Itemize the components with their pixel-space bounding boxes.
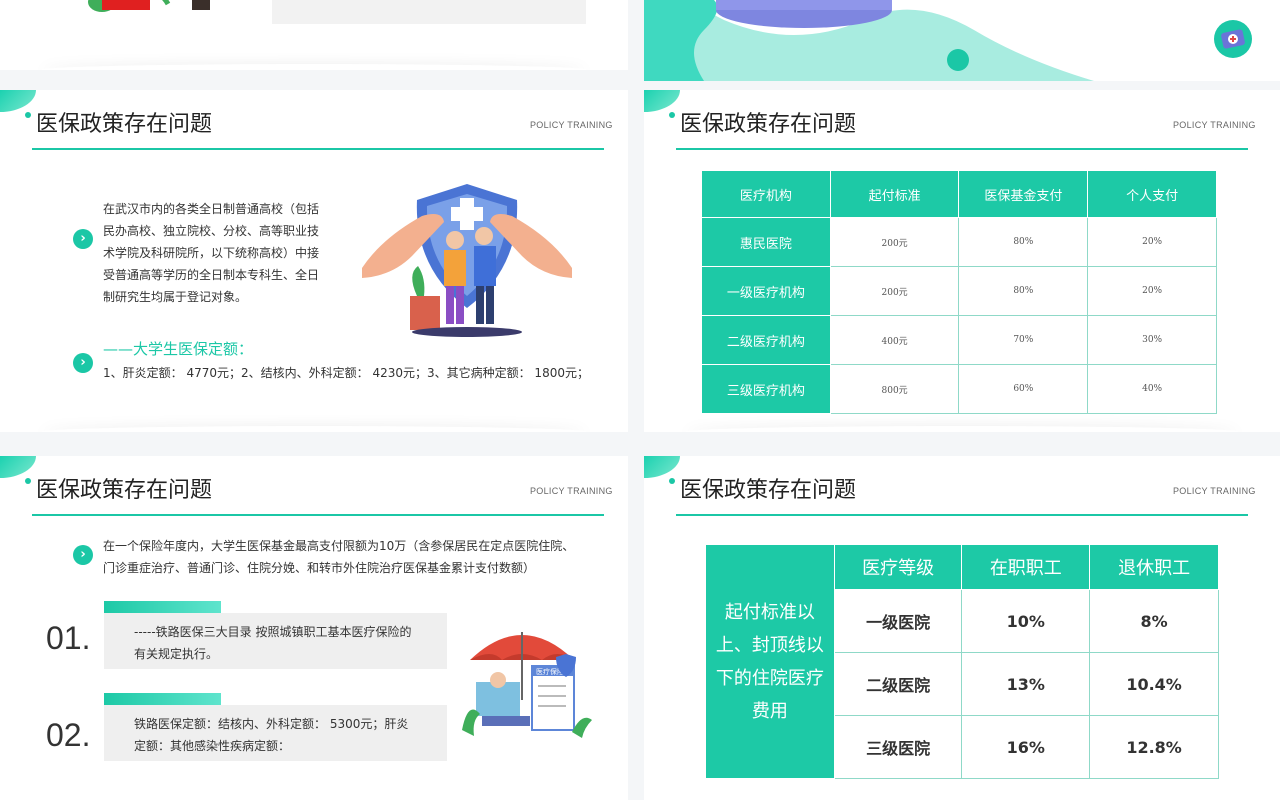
chevron-right-icon: › xyxy=(73,353,93,373)
merged-row-label: 起付标准以上、封顶线以下的住院医疗费用 xyxy=(705,544,835,779)
item-number: 02. xyxy=(46,717,91,753)
corner-decoration xyxy=(644,90,680,112)
slide-title: 医保政策存在问题 xyxy=(36,112,213,137)
table-cell: 20% xyxy=(1087,217,1217,267)
table-cell: 二级医疗机构 xyxy=(701,315,831,365)
institution-payment-table: 医疗机构 起付标准 医保基金支付 个人支付 惠民医院 200元 80% 20% … xyxy=(701,170,1217,414)
hospital-grade-table: 起付标准以上、封顶线以下的住院医疗费用 医疗等级 在职职工 退休职工 一级医院 … xyxy=(705,544,1219,779)
red-gift-illustration xyxy=(80,0,210,16)
corner-decoration xyxy=(0,456,36,478)
table-cell: 10% xyxy=(961,589,1091,653)
table-cell: 二级医院 xyxy=(833,652,963,716)
table-cell: 800元 xyxy=(829,364,960,414)
table-cell: 30% xyxy=(1087,315,1217,365)
chevron-right-icon: › xyxy=(73,545,93,565)
table-cell: 200元 xyxy=(829,217,960,267)
quota-heading: ——大学生医保定额： xyxy=(103,340,254,358)
policy-training-label: POLICY TRAINING xyxy=(530,486,613,496)
top-right-slide-partial xyxy=(644,0,1280,81)
item-text: 铁路医保定额：结核内、外科定额： 5300元；肝炎定额：其他感染性疾病定额： xyxy=(134,717,409,753)
item-box: 铁路医保定额：结核内、外科定额： 5300元；肝炎定额：其他感染性疾病定额： xyxy=(104,705,447,761)
item-box: -----铁路医保三大目录 按照城镇职工基本医疗保险的有关规定执行。 xyxy=(104,613,447,669)
table-cell: 惠民医院 xyxy=(701,217,831,267)
table-header: 在职职工 xyxy=(961,544,1091,590)
table-row: 二级医疗机构 400元 70% 30% xyxy=(701,315,1217,365)
table-cell: 400元 xyxy=(829,315,960,365)
table-cell: 80% xyxy=(958,266,1089,316)
table-cell: 20% xyxy=(1087,266,1217,316)
table-cell: 12.8% xyxy=(1089,715,1219,779)
title-underline xyxy=(676,514,1248,516)
title-dot xyxy=(669,112,675,118)
table-cell: 13% xyxy=(961,652,1091,716)
slide-title: 医保政策存在问题 xyxy=(680,478,857,503)
item-tab xyxy=(104,601,221,613)
policy-training-label: POLICY TRAINING xyxy=(1173,120,1256,130)
table-header: 医保基金支付 xyxy=(958,170,1089,218)
policy-training-label: POLICY TRAINING xyxy=(530,120,613,130)
table-cell: 10.4% xyxy=(1089,652,1219,716)
quota-text: 1、肝炎定额： 4770元；2、结核内、外科定额： 4230元；3、其它病种定额… xyxy=(103,366,589,380)
table-cell: 8% xyxy=(1089,589,1219,653)
item-number: 01. xyxy=(46,620,91,656)
table-cell: 一级医疗机构 xyxy=(701,266,831,316)
slide-title: 医保政策存在问题 xyxy=(36,478,213,503)
medical-insurance-illustration: 医疗保险 xyxy=(462,620,592,740)
table-header: 个人支付 xyxy=(1087,170,1217,218)
payment-limit-paragraph: 在一个保险年度内，大学生医保基金最高支付限额为10万（含参保居民在定点医院住院、… xyxy=(103,539,575,575)
wave-decoration xyxy=(644,0,1094,81)
policy-training-label: POLICY TRAINING xyxy=(1173,486,1256,496)
slide-title: 医保政策存在问题 xyxy=(680,112,857,137)
table-cell: 70% xyxy=(958,315,1089,365)
table-cell: 三级医院 xyxy=(833,715,963,779)
table-cell: 16% xyxy=(961,715,1091,779)
table-cell: 一级医院 xyxy=(833,589,963,653)
table-cell: 80% xyxy=(958,217,1089,267)
table-row: 三级医疗机构 800元 60% 40% xyxy=(701,364,1217,414)
title-dot xyxy=(25,478,31,484)
table-row: 一级医疗机构 200元 80% 20% xyxy=(701,266,1217,316)
table-cell: 三级医疗机构 xyxy=(701,364,831,414)
item-text: -----铁路医保三大目录 按照城镇职工基本医疗保险的有关规定执行。 xyxy=(134,625,412,661)
slide-hospital-grade-table: 医保政策存在问题 POLICY TRAINING 起付标准以上、封顶线以下的住院… xyxy=(644,456,1280,800)
slide-policy-text: 医保政策存在问题 POLICY TRAINING › 在武汉市内的各类全日制普通… xyxy=(0,90,628,432)
table-header: 退休职工 xyxy=(1089,544,1219,590)
table-header: 医疗机构 xyxy=(701,170,831,218)
table-row: 惠民医院 200元 80% 20% xyxy=(701,217,1217,267)
table-cell: 60% xyxy=(958,364,1089,414)
table-cell: 200元 xyxy=(829,266,960,316)
title-dot xyxy=(25,112,31,118)
gray-text-box xyxy=(272,0,586,24)
slide-institution-table: 医保政策存在问题 POLICY TRAINING 医疗机构 起付标准 医保基金支… xyxy=(644,90,1280,432)
title-underline xyxy=(32,148,604,150)
item-tab xyxy=(104,693,221,705)
elderly-care-illustration xyxy=(362,178,572,338)
table-header: 起付标准 xyxy=(829,170,960,218)
corner-decoration xyxy=(644,456,680,478)
medical-kit-icon[interactable] xyxy=(1214,20,1252,58)
table-header: 医疗等级 xyxy=(833,544,963,590)
corner-decoration xyxy=(0,90,36,112)
top-left-slide-partial xyxy=(0,0,628,70)
table-cell: 40% xyxy=(1087,364,1217,414)
chevron-right-icon: › xyxy=(73,229,93,249)
title-underline xyxy=(32,514,604,516)
slide-railway-insurance: 医保政策存在问题 POLICY TRAINING › 在一个保险年度内，大学生医… xyxy=(0,456,628,800)
title-underline xyxy=(676,148,1248,150)
title-dot xyxy=(669,478,675,484)
registration-paragraph: 在武汉市内的各类全日制普通高校（包括民办高校、独立院校、分校、高等职业技术学院及… xyxy=(103,202,320,304)
